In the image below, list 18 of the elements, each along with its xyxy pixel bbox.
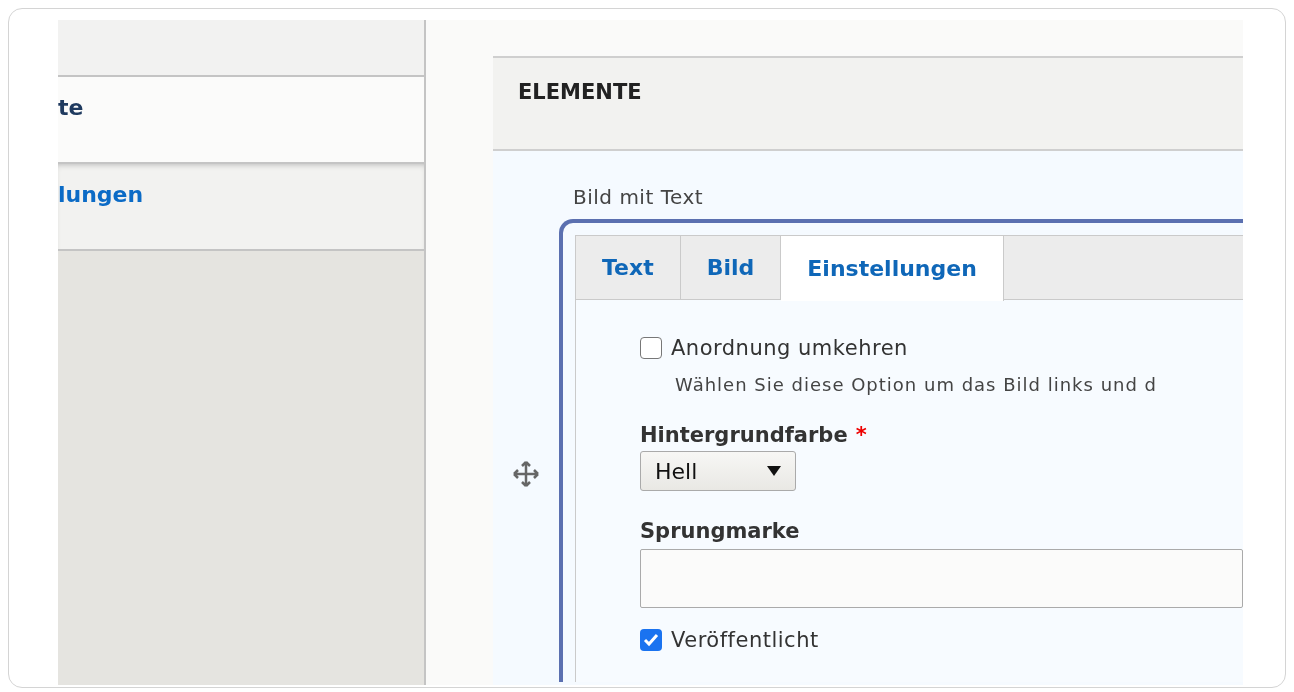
paragraph-label: Bild mit Text	[572, 185, 705, 209]
input-field[interactable]	[640, 549, 1243, 608]
section-title: ELEMENTE	[518, 80, 642, 104]
tab[interactable]: Einstellungen	[781, 236, 1004, 301]
sidebar-tab[interactable]: lungen	[58, 164, 424, 251]
field-label: Hintergrundfarbe	[640, 423, 848, 447]
caret-icon	[767, 466, 781, 476]
field-description: Wählen Sie diese Option um das Bild links und d	[675, 374, 1159, 395]
required-mark: *	[855, 423, 867, 447]
checkbox-label: Anordnung umkehren	[671, 336, 908, 360]
select-field[interactable]: Hell	[640, 451, 796, 491]
tab[interactable]: Text	[576, 236, 681, 299]
drag-handle-icon[interactable]	[513, 461, 539, 487]
sidebar-tab[interactable]: te	[58, 77, 424, 164]
checkbox[interactable]	[640, 337, 662, 359]
checkbox-label: Veröffentlicht	[671, 628, 819, 652]
checkbox[interactable]	[640, 629, 662, 651]
field-label: Sprungmarke	[640, 519, 800, 543]
